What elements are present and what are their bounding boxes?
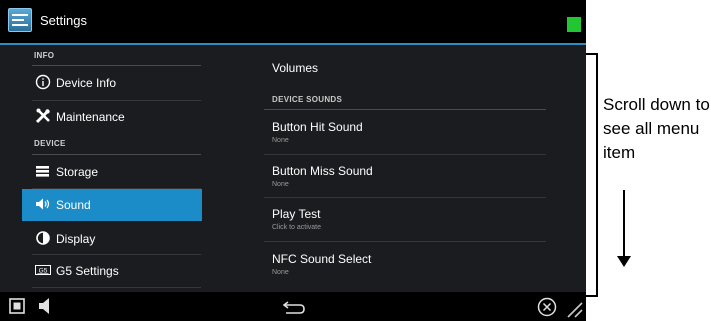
info-circle-icon [35,74,51,90]
sidebar-item-label: Storage [56,165,99,179]
volume-icon[interactable] [38,297,52,320]
list-item-title: Play Test [272,207,321,221]
sidebar-item-g5-settings[interactable]: G5 G5 Settings [22,255,202,287]
sidebar-item-label: Maintenance [56,110,125,124]
g5-settings-icon: G5 [35,262,51,278]
list-item-subtitle: Click to activate [272,224,322,231]
status-indicator [567,17,581,32]
title-bar: Settings [0,0,586,45]
system-nav-bar [0,292,586,321]
divider [32,154,201,155]
sidebar-item-display[interactable]: Display [22,223,202,255]
tools-icon [35,108,51,124]
sidebar-item-label: Display [56,232,96,246]
list-item-volumes[interactable]: Volumes [264,45,546,85]
sidebar-item-label: Sound [56,198,91,212]
resize-grip-icon[interactable] [565,300,583,321]
down-arrow-icon [623,190,625,260]
section-header-info: INFO [34,51,55,60]
divider [32,100,201,101]
display-icon [35,230,51,246]
section-header-device-sounds: DEVICE SOUNDS [272,95,343,104]
sidebar-item-label: Device Info [56,76,117,90]
divider [32,65,201,66]
list-item-button-hit-sound[interactable]: Button Hit Sound None [264,110,546,152]
close-circle-icon[interactable] [537,297,557,321]
sidebar-item-device-info[interactable]: Device Info [22,67,202,99]
back-arrow-icon[interactable] [282,300,306,319]
list-item-title: NFC Sound Select [272,252,372,266]
sidebar-item-label: G5 Settings [56,264,119,278]
settings-icon [8,8,32,32]
list-item-subtitle: None [272,269,289,276]
list-item-title: Volumes [272,61,319,75]
list-item-title: Button Miss Sound [272,164,373,178]
sound-settings-list: Volumes DEVICE SOUNDS Button Hit Sound N… [264,45,546,290]
settings-sidebar: INFO Device Info Maintenance DEVICE Stor… [22,45,202,290]
scroll-bracket [586,53,598,297]
list-item-button-miss-sound[interactable]: Button Miss Sound None [264,155,546,197]
list-item-nfc-sound-select[interactable]: NFC Sound Select None [264,242,546,286]
sidebar-item-maintenance[interactable]: Maintenance [22,103,202,135]
list-item-title: Button Hit Sound [272,120,363,134]
list-item-subtitle: None [272,181,289,188]
divider [32,287,201,288]
scroll-annotation: Scroll down to see all menu item [603,95,710,162]
list-item-subtitle: None [272,137,289,144]
square-icon[interactable] [9,298,25,319]
section-header-device: DEVICE [34,139,66,148]
down-arrow-head [617,256,631,267]
storage-icon [35,163,51,179]
speaker-icon [35,196,51,212]
sidebar-item-storage[interactable]: Storage [22,156,202,188]
list-item-play-test[interactable]: Play Test Click to activate [264,198,546,240]
app-title: Settings [40,13,87,28]
sidebar-item-sound[interactable]: Sound [22,189,202,221]
device-screen: Settings INFO Device Info Maintenance DE… [0,0,586,321]
